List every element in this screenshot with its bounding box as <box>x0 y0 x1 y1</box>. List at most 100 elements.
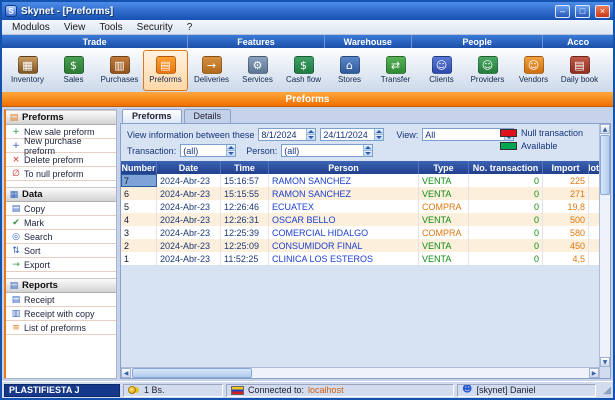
toolbar-item-preforms[interactable]: ▤ Preforms <box>143 49 188 91</box>
maximize-button[interactable]: □ <box>575 4 590 18</box>
cell-date: 2024-Abr-23 <box>157 174 221 187</box>
toolbar-item-purchases[interactable]: ▥ Purchases <box>97 50 142 91</box>
date-from-input[interactable]: 8/1/2024 <box>258 128 317 141</box>
toolbar-item-vendors[interactable]: ☺ Vendors <box>511 50 556 91</box>
category-warehouse[interactable]: Warehouse <box>325 35 412 48</box>
toolbar-item-inventory[interactable]: ▦ Inventory <box>5 50 50 91</box>
transaction-spinner[interactable] <box>226 145 236 156</box>
sidebar-item-receipt-with-copy[interactable]: ▥ Receipt with copy <box>6 307 116 321</box>
close-button[interactable]: × <box>595 4 610 18</box>
toolbar-item-cash-flow[interactable]: $ Cash flow <box>281 50 326 91</box>
cell-no-transaction: 0 <box>469 239 543 252</box>
toolbar-item-clients[interactable]: ☺ Clients <box>419 50 464 91</box>
table-row[interactable]: 6 2024-Abr-23 15:15:55 RAMON SANCHEZ VEN… <box>121 187 599 200</box>
horizontal-scroll-thumb[interactable] <box>132 368 252 378</box>
sidebar-item-export[interactable]: → Export <box>6 258 116 272</box>
header-person[interactable]: Person <box>269 161 419 174</box>
scroll-left-arrow[interactable]: ◀ <box>121 368 131 378</box>
resize-grip[interactable]: ◢ <box>599 385 611 396</box>
toolbar-item-transfer[interactable]: ⇄ Transfer <box>373 50 418 91</box>
receipt-icon: ▤ <box>11 294 21 305</box>
cell-note <box>589 174 599 187</box>
scroll-down-arrow[interactable]: ▼ <box>600 357 610 367</box>
transaction-select[interactable]: (all) <box>180 144 237 157</box>
menu-view[interactable]: View <box>57 22 93 33</box>
sidebar-item-label: Receipt <box>24 294 55 305</box>
toolbar-item-sales[interactable]: $ Sales <box>51 50 96 91</box>
toolbar-label: Transfer <box>380 75 411 84</box>
cell-type: VENTA <box>419 239 469 252</box>
sidebar-item-label: List of preforms <box>24 322 87 333</box>
legend-null-transaction: Null transaction <box>499 128 583 138</box>
sidebar-item-sort[interactable]: ⇅ Sort <box>6 244 116 258</box>
header-time[interactable]: Time <box>221 161 269 174</box>
deliveries-icon: → <box>201 56 222 74</box>
header-type[interactable]: Type <box>419 161 469 174</box>
category-accounting[interactable]: Acco <box>543 35 613 48</box>
toolbar-item-services[interactable]: ⚙ Services <box>235 50 280 91</box>
menu-modulos[interactable]: Modulos <box>5 22 57 33</box>
header-date[interactable]: Date <box>157 161 221 174</box>
minimize-button[interactable]: – <box>555 4 570 18</box>
sidebar-item-list-of-preforms[interactable]: ≡ List of preforms <box>6 321 116 335</box>
scroll-right-arrow[interactable]: ▶ <box>589 368 599 378</box>
sidebar-item-to-null-preform[interactable]: ∅ To null preform <box>6 167 116 181</box>
vertical-scroll-thumb[interactable] <box>600 135 610 195</box>
sidebar-item-receipt[interactable]: ▤ Receipt <box>6 293 116 307</box>
date-from-spinner[interactable] <box>306 129 316 140</box>
scroll-up-arrow[interactable]: ▲ <box>600 124 610 134</box>
sidebar-item-new-purchase-preform[interactable]: + New purchase preform <box>6 136 116 156</box>
person-spinner[interactable] <box>363 145 373 156</box>
menu-help[interactable]: ? <box>180 22 200 33</box>
category-trade[interactable]: Trade <box>2 35 189 48</box>
ribbon-category-band: Trade Features Warehouse People Acco <box>2 35 613 48</box>
menu-security[interactable]: Security <box>130 22 180 33</box>
category-people[interactable]: People <box>412 35 544 48</box>
header-note[interactable]: Note <box>589 161 599 174</box>
cell-type: VENTA <box>419 187 469 200</box>
sidebar-item-mark[interactable]: ✔ Mark <box>6 216 116 230</box>
window-title: Skynet - [Preforms] <box>21 5 114 17</box>
table-row[interactable]: 3 2024-Abr-23 12:25:39 COMERCIAL HIDALGO… <box>121 226 599 239</box>
toolbar-label: Stores <box>337 75 362 84</box>
sidebar-item-label: Export <box>24 259 51 270</box>
table-row[interactable]: 2 2024-Abr-23 12:25:09 CONSUMIDOR FINAL … <box>121 239 599 252</box>
toolbar-label: Purchases <box>100 75 139 84</box>
clients-icon: ☺ <box>431 56 452 74</box>
table-row[interactable]: 5 2024-Abr-23 12:26:46 ECUATEX COMPRA 0 … <box>121 200 599 213</box>
preforms-icon: ▤ <box>155 56 176 74</box>
toolbar: ▦ Inventory $ Sales ▥ Purchases ▤ Prefor… <box>2 48 613 92</box>
cell-person: CLINICA LOS ESTEROS <box>269 252 419 265</box>
horizontal-scrollbar[interactable]: ◀ ▶ <box>121 367 599 378</box>
sidebar-item-search[interactable]: ◎ Search <box>6 230 116 244</box>
header-import[interactable]: Import <box>543 161 589 174</box>
toolbar-item-daily-book[interactable]: ▤ Daily book <box>557 50 602 91</box>
header-no-transaction[interactable]: No. transaction <box>469 161 543 174</box>
toolbar-label: Daily book <box>560 75 599 84</box>
cell-time: 15:16:57 <box>221 174 269 187</box>
person-select[interactable]: (all) <box>281 144 374 157</box>
sidebar-item-delete-preform[interactable]: × Delete preform <box>6 153 116 167</box>
tab-preforms[interactable]: Preforms <box>122 109 182 123</box>
null-transaction-swatch <box>499 129 517 137</box>
scroll-track[interactable] <box>253 368 589 378</box>
scroll-track[interactable] <box>600 196 610 357</box>
sidebar-item-label: Receipt with copy <box>24 308 95 319</box>
date-to-input[interactable]: 24/11/2024 <box>320 128 385 141</box>
toolbar-item-providers[interactable]: ☺ Providers <box>465 50 510 91</box>
table-row[interactable]: 7 2024-Abr-23 15:16:57 RAMON SANCHEZ VEN… <box>121 174 599 187</box>
table-row[interactable]: 1 2024-Abr-23 11:52:25 CLINICA LOS ESTER… <box>121 252 599 265</box>
tab-details[interactable]: Details <box>183 109 232 123</box>
cell-type: COMPRA <box>419 226 469 239</box>
toolbar-item-deliveries[interactable]: → Deliveries <box>189 50 234 91</box>
category-features[interactable]: Features <box>188 35 325 48</box>
cell-note <box>589 252 599 265</box>
header-number[interactable]: Number <box>121 161 157 174</box>
menu-tools[interactable]: Tools <box>92 22 129 33</box>
vertical-scrollbar[interactable]: ▲ ▼ <box>599 124 610 378</box>
sidebar-item-copy[interactable]: ▤ Copy <box>6 202 116 216</box>
toolbar-item-stores[interactable]: ⌂ Stores <box>327 50 372 91</box>
date-to-spinner[interactable] <box>374 129 384 140</box>
table-row[interactable]: 4 2024-Abr-23 12:26:31 OSCAR BELLO VENTA… <box>121 213 599 226</box>
new-purchase-preform-icon: + <box>12 140 20 151</box>
